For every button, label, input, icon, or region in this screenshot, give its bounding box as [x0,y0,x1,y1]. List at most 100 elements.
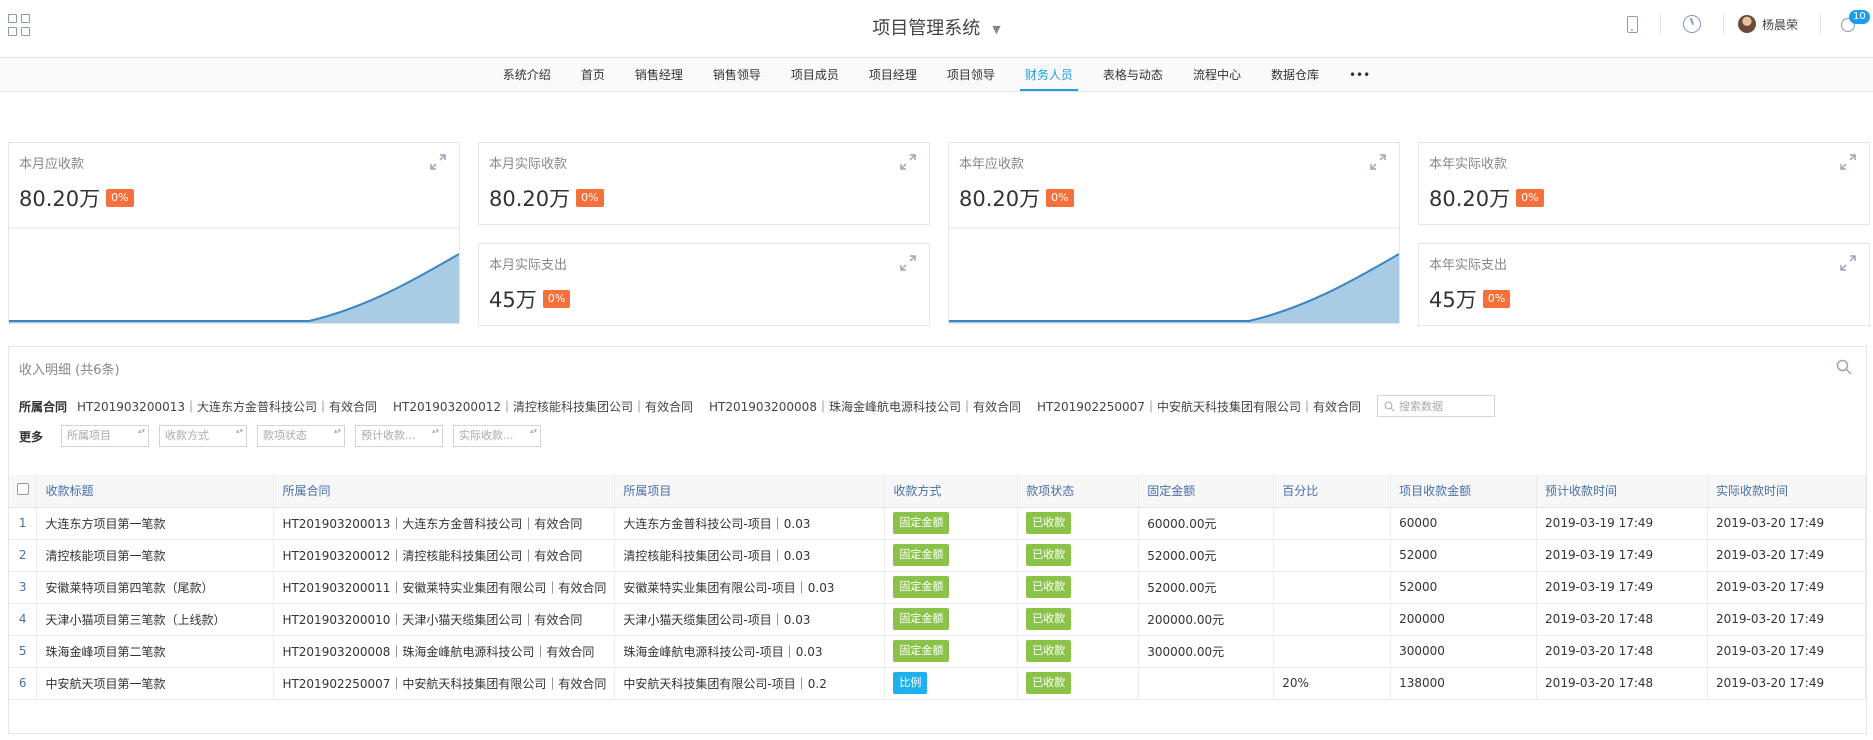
percent-badge: 0% [542,290,571,308]
caret-down-icon[interactable]: ▼ [992,23,1000,36]
column-header[interactable]: 实际收款时间 [1707,475,1867,508]
nav-item-sales-manager[interactable]: 销售经理 [620,58,698,91]
search-input[interactable]: 搜索数据 [1376,395,1495,417]
row-index: 6 [9,667,38,700]
cell-title: 中安航天项目第一笔款 [36,667,275,700]
cell-expected: 2019-03-20 17:48 [1536,667,1708,700]
contract-option[interactable]: HT201902250007｜中安航天科技集团有限公司｜有效合同 [1037,398,1361,415]
table-row[interactable]: 1 大连东方项目第一笔款 HT201903200013｜大连东方金普科技公司｜有效合… [9,507,1867,540]
divider [1659,14,1661,34]
cell-fixed [1138,667,1275,700]
card-month-receivable: 本月应收款 80.20万 0% [8,142,460,324]
expected-date-select[interactable]: 预计收款... [355,425,444,447]
cell-pct [1273,539,1392,572]
cell-project: 中安航天科技集团有限公司-项目｜0.2 [614,667,886,700]
payment-status-tag: 已收款 [1026,608,1072,630]
cell-method: 固定金额 [884,635,1019,668]
cell-pct [1273,603,1392,636]
expand-icon[interactable] [1839,153,1857,171]
nav-item-project-manager[interactable]: 项目经理 [854,58,932,91]
payment-status-select[interactable]: 款项状态 [257,425,346,447]
payment-method-select[interactable]: 收款方式 [159,425,248,447]
top-bar: 项目管理系统 ▼ 杨晨荣 10 [0,0,1873,58]
avatar[interactable] [1737,15,1756,33]
cell-method: 固定金额 [884,603,1019,636]
nav-item-tables[interactable]: 表格与动态 [1088,58,1178,91]
column-header[interactable]: 百分比 [1273,475,1392,508]
search-icon[interactable] [1836,359,1852,375]
nav-item-intro[interactable]: 系统介绍 [488,58,566,91]
cell-status: 已收款 [1017,539,1140,572]
column-header[interactable]: 收款方式 [884,475,1019,508]
expand-icon[interactable] [429,153,447,171]
table-row[interactable]: 6 中安航天项目第一笔款 HT201902250007｜中安航天科技集团有限公司｜有… [9,667,1867,700]
cell-project: 大连东方金普科技公司-项目｜0.03 [614,507,886,540]
expand-icon[interactable] [899,254,917,272]
row-index: 5 [9,635,38,668]
cell-status: 已收款 [1017,635,1140,668]
select-all-checkbox[interactable] [9,475,38,508]
percent-badge: 0% [1482,290,1511,308]
payment-method-tag: 比例 [893,672,928,694]
nav-item-sales-leader[interactable]: 销售领导 [698,58,776,91]
empty-cell [1018,699,1139,731]
payment-status-tag: 已收款 [1026,640,1072,662]
card-title: 本月应收款 [19,157,85,172]
nav-item-project-member[interactable]: 项目成员 [776,58,854,91]
cell-fixed: 60000.00元 [1138,507,1275,540]
percent-badge: 0% [1516,189,1544,207]
project-select[interactable]: 所属项目 [61,425,150,447]
empty-cell [1139,699,1274,731]
cell-actual: 2019-03-20 17:49 [1707,507,1867,540]
percent-badge: 0% [576,189,604,207]
mobile-phone-icon[interactable] [1626,15,1638,33]
percent-badge: 0% [1046,189,1074,207]
system-title[interactable]: 项目管理系统 ▼ [0,14,1873,40]
empty-cell [885,699,1018,731]
column-header[interactable]: 所属合同 [273,475,616,508]
payment-status-tag: 已收款 [1026,544,1072,566]
table-row[interactable]: 3 安徽莱特项目第四笔款（尾款） HT201903200011｜安徽莱特实业集团有限… [9,571,1867,604]
empty-cell [37,699,274,731]
top-right-tools: 杨晨荣 10 [1619,0,1873,48]
clock-icon[interactable] [1682,15,1701,33]
column-header[interactable]: 所属项目 [614,475,886,508]
expand-icon[interactable] [899,153,917,171]
nav-item-more[interactable]: ••• [1334,58,1385,91]
payment-status-tag: 已收款 [1026,576,1072,598]
contract-option[interactable]: HT201903200012｜清控核能科技集团公司｜有效合同 [393,398,693,415]
column-header[interactable]: 款项状态 [1017,475,1140,508]
card-title: 本月实际支出 [489,258,568,273]
user-name[interactable]: 杨晨荣 [1762,16,1798,33]
card-amount: 45万 [489,288,537,312]
actual-date-select[interactable]: 实际收款... [453,425,542,447]
card-value: 80.20万 0% [489,183,604,213]
cell-amount: 300000 [1390,635,1538,668]
cell-status: 已收款 [1017,667,1140,700]
contract-option[interactable]: HT201903200013｜大连东方金普科技公司｜有效合同 [77,398,377,415]
notification-badge: 10 [1849,10,1870,24]
notifications-button[interactable]: 10 [1835,10,1870,36]
column-header[interactable]: 收款标题 [36,475,275,508]
expand-icon[interactable] [1839,254,1857,272]
nav-item-home[interactable]: 首页 [566,58,620,91]
contract-option[interactable]: HT201903200008｜珠海金峰航电源科技公司｜有效合同 [709,398,1021,415]
column-header[interactable]: 固定金额 [1138,475,1275,508]
nav-item-project-leader[interactable]: 项目领导 [932,58,1010,91]
nav-item-finance[interactable]: 财务人员 [1010,58,1088,91]
empty-cell [1537,699,1708,731]
expand-icon[interactable] [1369,153,1387,171]
empty-cell [1274,699,1391,731]
row-index: 2 [9,539,38,572]
nav-item-workflow[interactable]: 流程中心 [1178,58,1256,91]
cell-actual: 2019-03-20 17:49 [1707,539,1867,572]
column-header[interactable]: 预计收款时间 [1536,475,1708,508]
table-row[interactable]: 4 天津小猫项目第三笔款（上线款） HT201903200010｜天津小猫天缆集团公… [9,603,1867,636]
table-row[interactable]: 5 珠海金峰项目第二笔款 HT201903200008｜珠海金峰航电源科技公司｜有效… [9,635,1867,668]
cell-amount: 60000 [1390,507,1538,540]
column-header[interactable]: 项目收款金额 [1390,475,1538,508]
cell-contract: HT201903200008｜珠海金峰航电源科技公司｜有效合同 [273,635,616,668]
nav-item-data-warehouse[interactable]: 数据仓库 [1256,58,1334,91]
search-placeholder: 搜索数据 [1398,400,1443,413]
table-row[interactable]: 2 清控核能项目第一笔款 HT201903200012｜清控核能科技集团公司｜有效合… [9,539,1867,572]
